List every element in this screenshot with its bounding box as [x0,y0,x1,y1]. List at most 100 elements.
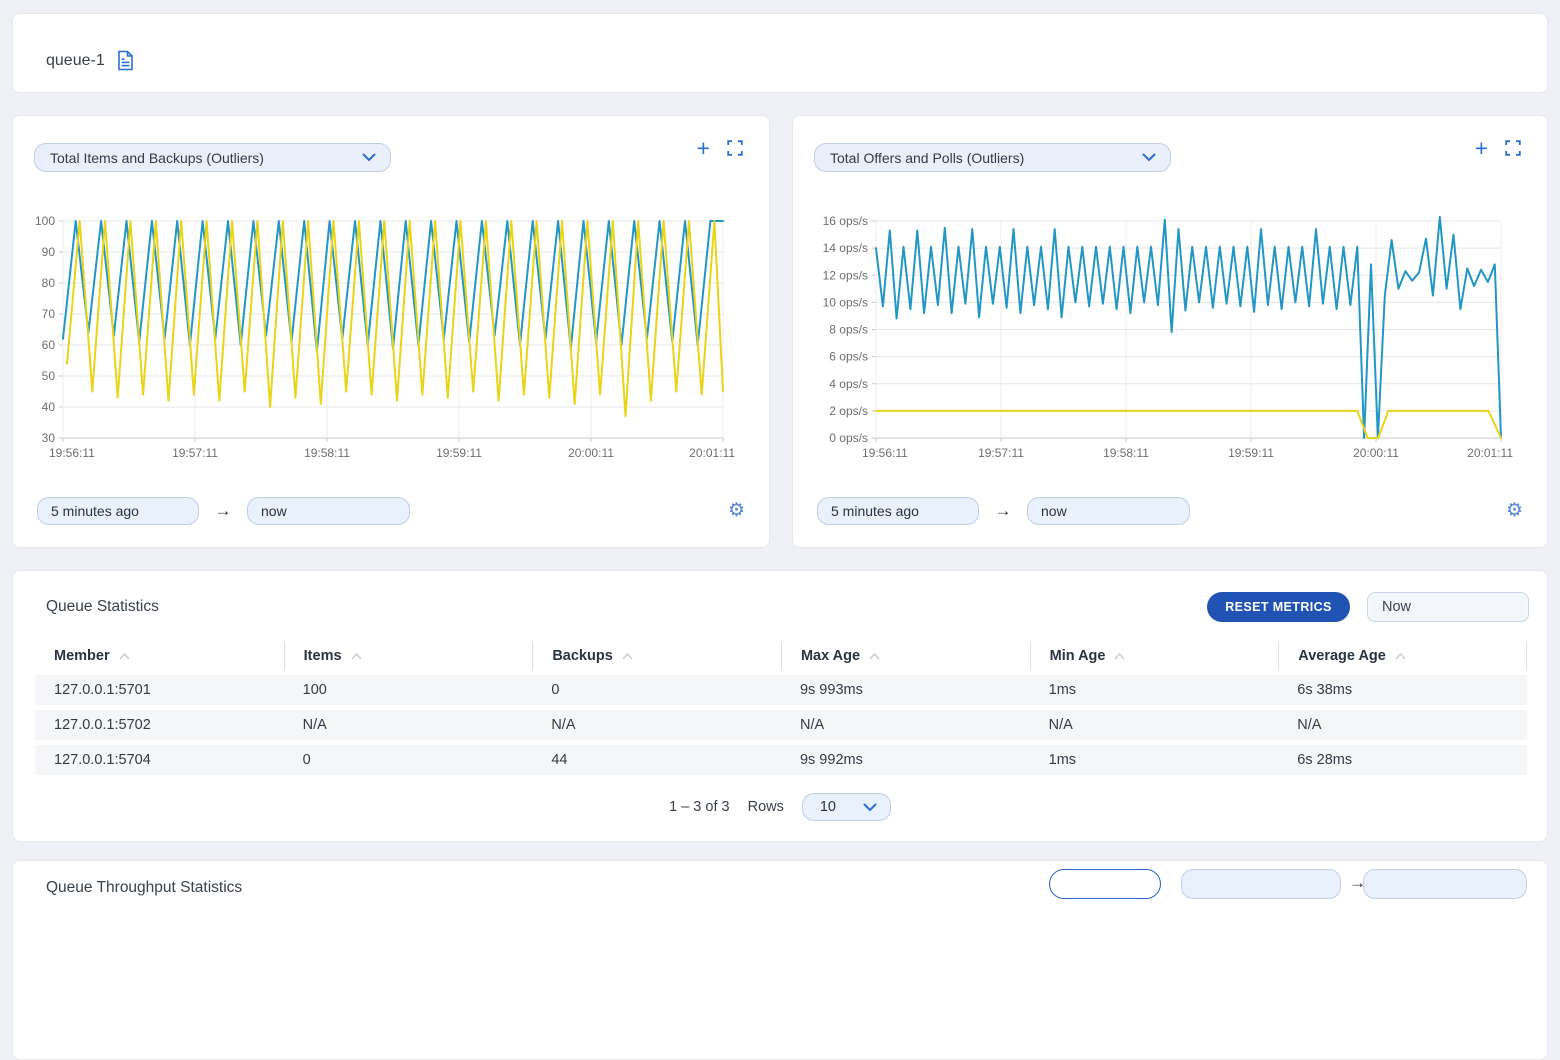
document-icon[interactable] [117,50,134,71]
table-cell: N/A [1278,710,1527,740]
queue-statistics-table: MemberItemsBackupsMax AgeMin AgeAverage … [35,637,1527,780]
section-title: Queue Statistics [46,598,159,616]
svg-text:19:58:11: 19:58:11 [304,446,350,460]
time-from-value: 5 minutes ago [831,503,919,519]
items-backups-line-chart: 3040506070809010019:56:1119:57:1119:58:1… [34,206,740,468]
chevron-down-icon [1142,153,1156,162]
throughput-action-button[interactable] [1049,869,1161,899]
table-cell: 6s 28ms [1278,745,1527,775]
svg-text:100: 100 [35,214,55,228]
offers-polls-line-chart: 0 ops/s2 ops/s4 ops/s6 ops/s8 ops/s10 op… [814,206,1520,468]
svg-text:19:59:11: 19:59:11 [1228,446,1274,460]
svg-text:14 ops/s: 14 ops/s [823,241,868,255]
svg-text:20:00:11: 20:00:11 [568,446,614,460]
queue-header-card: queue-1 [12,13,1548,93]
metrics-time-value: Now [1382,599,1411,615]
metric-selector[interactable]: Total Items and Backups (Outliers) [34,143,391,172]
sort-caret-icon [119,653,130,660]
column-header-max-age[interactable]: Max Age [781,642,1030,670]
table-row: 127.0.0.1:57040449s 992ms1ms6s 28ms [35,745,1527,775]
reset-metrics-button[interactable]: RESET METRICS [1207,592,1350,622]
time-from-input[interactable] [1181,869,1341,899]
svg-text:19:56:11: 19:56:11 [49,446,95,460]
table-cell: 0 [532,675,781,705]
queue-throughput-card: Queue Throughput Statistics → [12,860,1548,1060]
svg-text:20:01:11: 20:01:11 [689,446,735,460]
column-header-items[interactable]: Items [284,642,533,670]
table-cell: 44 [532,745,781,775]
sort-caret-icon [1395,653,1406,660]
gear-icon[interactable]: ⚙ [728,501,745,520]
pagination: 1 – 3 of 3 Rows 10 [13,793,1547,821]
time-from-value: 5 minutes ago [51,503,139,519]
table-cell: N/A [284,710,533,740]
rows-label: Rows [748,799,784,815]
svg-text:19:57:11: 19:57:11 [978,446,1024,460]
time-from-input[interactable]: 5 minutes ago [37,497,199,525]
sort-caret-icon [622,653,633,660]
pagination-range: 1 – 3 of 3 [669,799,729,815]
svg-text:50: 50 [42,369,56,383]
table-cell: N/A [781,710,1030,740]
fullscreen-icon[interactable] [727,140,743,156]
table-cell: 127.0.0.1:5701 [35,675,284,705]
svg-text:10 ops/s: 10 ops/s [823,295,868,309]
metric-selector-value: Total Items and Backups (Outliers) [50,150,264,166]
time-from-input[interactable]: 5 minutes ago [817,497,979,525]
svg-text:20:00:11: 20:00:11 [1353,446,1399,460]
add-chart-icon[interactable]: + [1475,138,1488,158]
svg-text:12 ops/s: 12 ops/s [823,268,868,282]
table-cell: 127.0.0.1:5704 [35,745,284,775]
items-backups-chart-card: Total Items and Backups (Outliers) + 30 4… [12,115,770,548]
table-cell: N/A [532,710,781,740]
fullscreen-icon[interactable] [1505,140,1521,156]
column-header-average-age[interactable]: Average Age [1278,642,1527,670]
table-row: 127.0.0.1:5702N/AN/AN/AN/AN/A [35,710,1527,740]
svg-text:19:56:11: 19:56:11 [862,446,908,460]
offers-polls-chart-card: Total Offers and Polls (Outliers) + 0 op… [792,115,1548,548]
time-to-value: now [261,503,287,519]
table-cell: 100 [284,675,533,705]
svg-text:2 ops/s: 2 ops/s [829,404,868,418]
chevron-down-icon [362,153,376,162]
column-header-backups[interactable]: Backups [532,642,781,670]
gear-icon[interactable]: ⚙ [1506,501,1523,520]
svg-text:70: 70 [42,307,56,321]
chevron-down-icon [863,803,877,812]
metric-selector-value: Total Offers and Polls (Outliers) [830,150,1024,166]
table-cell: 9s 993ms [781,675,1030,705]
time-to-value: now [1041,503,1067,519]
add-chart-icon[interactable]: + [697,138,710,158]
time-to-input[interactable]: now [247,497,410,525]
page-title: queue-1 [46,50,134,71]
svg-text:19:57:11: 19:57:11 [172,446,218,460]
table-cell: N/A [1030,710,1279,740]
svg-text:0 ops/s: 0 ops/s [829,431,868,445]
svg-text:16 ops/s: 16 ops/s [823,214,868,228]
sort-caret-icon [1114,653,1125,660]
svg-text:19:59:11: 19:59:11 [436,446,482,460]
svg-text:30: 30 [42,431,56,445]
column-header-member[interactable]: Member [35,642,284,670]
svg-text:90: 90 [42,245,56,259]
svg-text:4 ops/s: 4 ops/s [829,377,868,391]
svg-text:20:01:11: 20:01:11 [1467,446,1513,460]
queue-table-body: 127.0.0.1:570110009s 993ms1ms6s 38ms127.… [35,675,1527,775]
column-header-min-age[interactable]: Min Age [1030,642,1279,670]
svg-text:80: 80 [42,276,56,290]
table-cell: 6s 38ms [1278,675,1527,705]
table-header-row: MemberItemsBackupsMax AgeMin AgeAverage … [35,642,1527,670]
metrics-time-input[interactable]: Now [1367,592,1529,622]
queue-name: queue-1 [46,52,105,70]
table-row: 127.0.0.1:570110009s 993ms1ms6s 38ms [35,675,1527,705]
time-to-input[interactable] [1363,869,1527,899]
rows-per-page-select[interactable]: 10 [802,793,891,821]
table-cell: 1ms [1030,675,1279,705]
time-to-input[interactable]: now [1027,497,1190,525]
metric-selector[interactable]: Total Offers and Polls (Outliers) [814,143,1171,172]
svg-text:8 ops/s: 8 ops/s [829,323,868,337]
section-title: Queue Throughput Statistics [46,879,242,897]
svg-text:19:58:11: 19:58:11 [1103,446,1149,460]
table-cell: 127.0.0.1:5702 [35,710,284,740]
svg-text:40: 40 [42,400,56,414]
